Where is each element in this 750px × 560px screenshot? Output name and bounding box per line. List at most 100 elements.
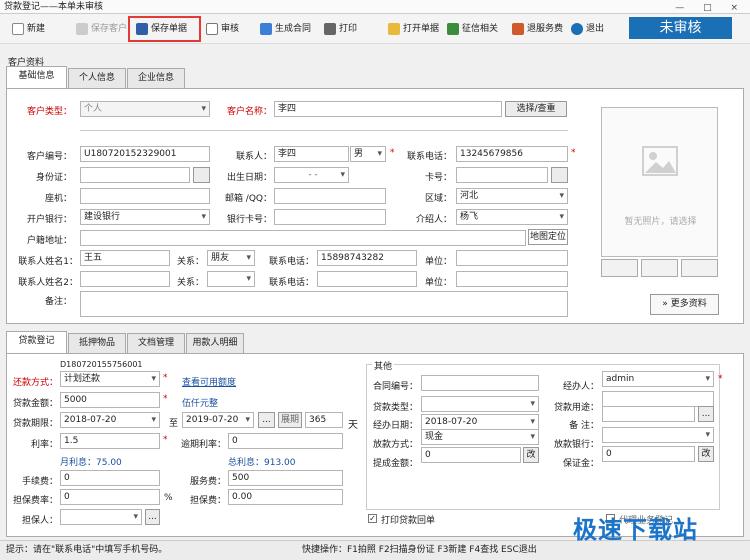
required-star: * bbox=[163, 373, 168, 383]
guarantor-button[interactable]: ... bbox=[145, 509, 160, 525]
generate-contract-button[interactable]: 生成合同 bbox=[260, 21, 311, 37]
handle-date-picker[interactable]: 2018-07-20 bbox=[421, 414, 539, 430]
region-select[interactable]: 河北 bbox=[456, 188, 568, 204]
word-doc-icon bbox=[260, 23, 272, 35]
select-check-button[interactable]: 选择/查重 bbox=[505, 101, 567, 117]
guarantee-fee-input[interactable]: 0.00 bbox=[228, 489, 343, 505]
agent-select[interactable]: admin bbox=[602, 371, 714, 387]
bank-card-input[interactable] bbox=[274, 209, 386, 225]
tab-collateral[interactable]: 抵押物品 bbox=[68, 333, 126, 353]
deposit-input[interactable]: 0 bbox=[421, 447, 521, 463]
customer-code-input[interactable]: U180720152329001 bbox=[80, 146, 210, 162]
id-card-input[interactable] bbox=[80, 167, 190, 183]
end-date-button[interactable]: ... bbox=[258, 412, 275, 428]
photo-area[interactable]: 暂无照片，请选择 bbox=[601, 107, 718, 257]
card-no-input[interactable] bbox=[456, 167, 548, 183]
exit-button[interactable]: 退出 bbox=[571, 21, 604, 37]
print-button[interactable]: 打印 bbox=[324, 21, 357, 37]
audit-button[interactable]: 审核 bbox=[206, 21, 239, 37]
view-quota-link[interactable]: 查看可用额度 bbox=[182, 375, 236, 388]
overdue-rate-input[interactable]: 0 bbox=[228, 433, 343, 449]
contact2-phone-input[interactable] bbox=[317, 271, 417, 287]
save-customer-button[interactable]: 保存客户 bbox=[76, 21, 127, 37]
deposit-change-button[interactable]: 改 bbox=[523, 447, 539, 463]
note-label: 备 注： bbox=[569, 421, 599, 431]
phone-input[interactable]: 13245679856 bbox=[456, 146, 568, 162]
rate-input[interactable]: 1.5 bbox=[60, 433, 160, 449]
landline-input[interactable] bbox=[80, 188, 210, 204]
introducer-label: 介绍人： bbox=[415, 215, 452, 225]
contact2-name-input[interactable] bbox=[80, 271, 170, 287]
customer-type-select[interactable]: 个人 bbox=[80, 101, 210, 117]
contract-no-input[interactable] bbox=[421, 375, 539, 391]
start-date-picker[interactable]: 2018-07-20 bbox=[60, 412, 160, 428]
loan-type-select[interactable] bbox=[421, 396, 539, 412]
guarantor-select[interactable] bbox=[60, 509, 142, 525]
folder-icon bbox=[388, 23, 400, 35]
printer-icon bbox=[324, 23, 336, 35]
new-document-icon bbox=[12, 23, 24, 35]
shortcut-text: 快捷操作：F1拍照 F2扫描身份证 F3新建 F4查找 ESC退出 bbox=[302, 545, 537, 555]
window-controls[interactable]: — □ × bbox=[675, 1, 746, 15]
days-unit: 天 bbox=[348, 420, 358, 431]
more-info-button[interactable]: » 更多资料 bbox=[650, 294, 719, 315]
gender-select[interactable]: 男 bbox=[350, 146, 386, 162]
contact-input[interactable]: 李四 bbox=[274, 146, 349, 162]
guarantee-rate-input[interactable]: 0 bbox=[60, 489, 160, 505]
tab-loan-register[interactable]: 贷款登记 bbox=[6, 331, 67, 353]
id-card-button[interactable] bbox=[193, 167, 210, 183]
end-date-picker[interactable]: 2019-07-20 bbox=[182, 412, 254, 428]
remark-textarea[interactable] bbox=[80, 291, 568, 317]
guarantor-label: 担保人： bbox=[21, 516, 58, 526]
required-star: * bbox=[163, 394, 168, 404]
repay-method-select[interactable]: 计划还款 bbox=[60, 371, 160, 387]
divider bbox=[80, 130, 568, 131]
refund-button[interactable]: 退服务费 bbox=[512, 21, 563, 37]
note-input[interactable] bbox=[602, 406, 695, 422]
pay-bank-label: 放款银行： bbox=[553, 440, 599, 450]
tab-personal-info[interactable]: 个人信息 bbox=[68, 68, 126, 88]
bank-select[interactable]: 建设银行 bbox=[80, 209, 210, 225]
contact1-name-input[interactable]: 王五 bbox=[80, 250, 170, 266]
credit-button[interactable]: 征信相关 bbox=[447, 21, 498, 37]
refund-icon bbox=[512, 23, 524, 35]
tab-company-info[interactable]: 企业信息 bbox=[127, 68, 185, 88]
pay-bank-select[interactable] bbox=[602, 427, 714, 443]
address-input[interactable] bbox=[80, 230, 526, 246]
contact1-unit-input[interactable] bbox=[456, 250, 568, 266]
contact2-unit-input[interactable] bbox=[456, 271, 568, 287]
extend-button[interactable]: 展期 bbox=[278, 412, 302, 428]
open-doc-button[interactable]: 打开单据 bbox=[388, 21, 439, 37]
window-title: 贷款登记——本单未审核 bbox=[4, 2, 104, 12]
bond-input[interactable]: 0 bbox=[602, 446, 695, 462]
photo-button-1[interactable] bbox=[601, 259, 638, 277]
card-no-button[interactable] bbox=[551, 167, 568, 183]
new-button[interactable]: 新建 bbox=[12, 21, 45, 37]
print-receipt-checkbox[interactable]: ✓ bbox=[368, 514, 377, 523]
note-button[interactable]: ... bbox=[698, 406, 714, 422]
bond-change-button[interactable]: 改 bbox=[698, 446, 714, 462]
introducer-select[interactable]: 杨飞 bbox=[456, 209, 568, 225]
contact1-phone-input[interactable]: 15898743282 bbox=[317, 250, 417, 266]
pay-method-select[interactable]: 现金 bbox=[421, 429, 539, 445]
handling-fee-input[interactable]: 0 bbox=[60, 470, 160, 486]
contact1-relation-select[interactable]: 朋友 bbox=[207, 250, 255, 266]
contact1-relation-label: 关系： bbox=[176, 257, 204, 267]
service-fee-input[interactable]: 500 bbox=[228, 470, 343, 486]
tab-documents[interactable]: 文档管理 bbox=[127, 333, 185, 353]
email-qq-input[interactable] bbox=[274, 188, 386, 204]
days-input[interactable]: 365 bbox=[305, 412, 343, 428]
tab-basic-info[interactable]: 基础信息 bbox=[6, 66, 67, 88]
contact2-relation-select[interactable] bbox=[207, 271, 255, 287]
contact2-name-label: 联系人姓名2： bbox=[18, 278, 78, 288]
loan-use-input[interactable] bbox=[602, 391, 714, 407]
title-bar: 贷款登记——本单未审核 — □ × bbox=[0, 0, 750, 14]
loan-type-label: 贷款类型： bbox=[372, 403, 418, 413]
loan-amount-input[interactable]: 5000 bbox=[60, 392, 160, 408]
photo-button-3[interactable] bbox=[681, 259, 718, 277]
customer-name-input[interactable]: 李四 bbox=[274, 101, 502, 117]
photo-button-2[interactable] bbox=[641, 259, 678, 277]
map-locate-button[interactable]: 地图定位 bbox=[528, 229, 568, 245]
birth-date-picker[interactable]: - - bbox=[274, 167, 349, 183]
tab-borrower-detail[interactable]: 用款人明细 bbox=[186, 333, 244, 353]
